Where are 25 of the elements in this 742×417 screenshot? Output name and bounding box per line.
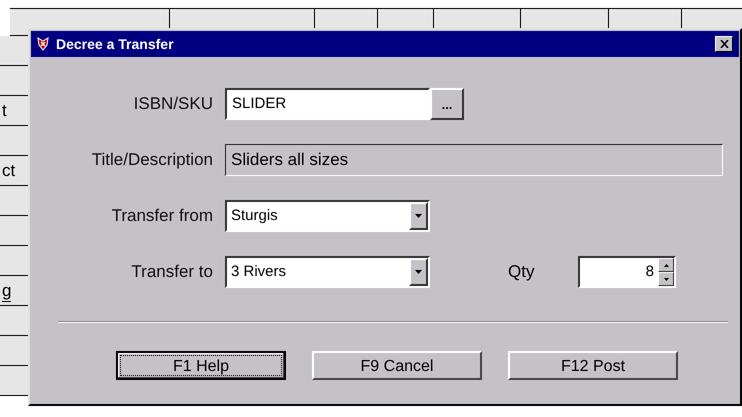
link-fragment[interactable]: g: [2, 281, 12, 302]
close-icon: [720, 40, 728, 48]
field-label: Qty: [508, 262, 536, 282]
dropdown[interactable]: Sturgis: [225, 200, 430, 232]
description-field: Sliders all sizes: [225, 144, 723, 176]
input-field[interactable]: SLIDER: [225, 88, 430, 120]
action-button[interactable]: F12 Post: [508, 351, 678, 380]
field-label: Transfer to: [130, 262, 213, 282]
dropdown-arrow-icon: [415, 270, 422, 274]
spinner-field[interactable]: 8: [578, 256, 676, 288]
text-fragment: t: [2, 101, 7, 122]
app-icon: [35, 36, 51, 52]
window-title: Decree a Transfer: [56, 36, 174, 52]
field-label: ISBN/SKU: [132, 94, 213, 114]
field-label: Transfer from: [110, 206, 213, 226]
dropdown-arrow-icon: [415, 214, 422, 218]
text-fragment: ct: [2, 161, 16, 182]
field-label: Title/Description: [90, 150, 213, 170]
dropdown[interactable]: 3 Rivers: [225, 256, 430, 288]
action-button[interactable]: F9 Cancel: [312, 351, 482, 380]
action-button[interactable]: F1 Help: [116, 351, 286, 380]
up-arrow-icon: [664, 264, 668, 266]
down-arrow-icon: [664, 278, 668, 280]
close-button[interactable]: [715, 36, 733, 52]
browse-button[interactable]: ...: [430, 88, 464, 120]
